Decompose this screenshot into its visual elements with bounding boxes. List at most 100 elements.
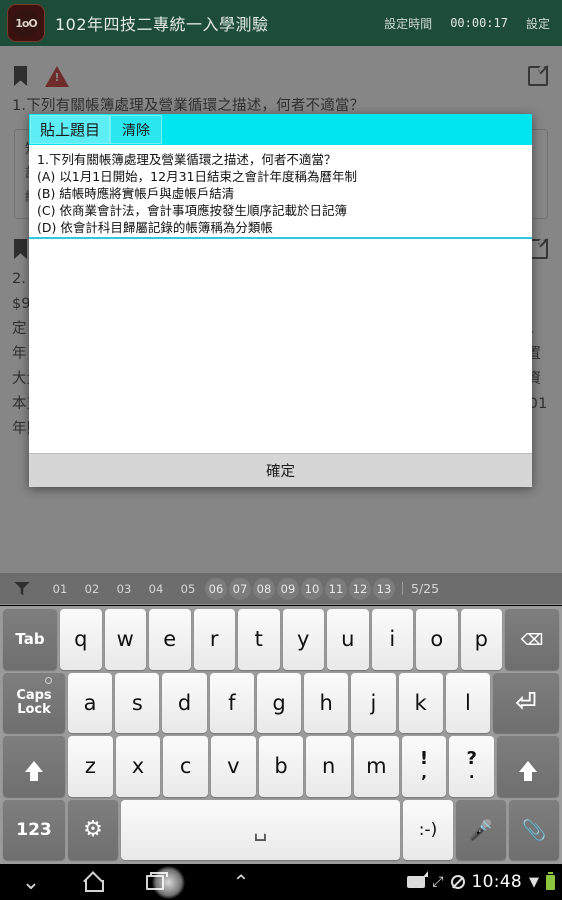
timer-value: 00:00:17 — [450, 16, 508, 30]
key-y[interactable]: y — [282, 609, 324, 670]
key-s[interactable]: s — [115, 672, 160, 733]
page-number-08[interactable]: 08 — [253, 577, 275, 600]
microphone-icon[interactable]: 🎤 — [456, 799, 506, 860]
clear-button[interactable]: 清除 — [110, 115, 163, 144]
dialog-header: 貼上題目 清除 — [29, 114, 532, 145]
key-shift-left[interactable] — [3, 736, 65, 797]
expand-up-icon[interactable]: ⌃ — [210, 870, 272, 894]
key-x[interactable]: x — [115, 736, 161, 797]
input-line: 1.下列有關帳簿處理及營業循環之描述，何者不適當？ — [37, 152, 337, 167]
caps-lock-indicator-icon — [45, 676, 52, 684]
key-q[interactable]: q — [60, 609, 102, 670]
key-e[interactable]: e — [149, 609, 191, 670]
page-number-09[interactable]: 09 — [277, 577, 299, 600]
fullscreen-icon[interactable]: ⤢ — [432, 874, 443, 890]
key-b[interactable]: b — [258, 736, 304, 797]
header-right-group: 設定時間 00:00:17 設定 — [366, 15, 562, 32]
input-line: (D) 依會計科目歸屬記錄的帳簿稱為分類帳 — [37, 220, 273, 235]
battery-icon — [546, 871, 555, 890]
shift-arrow-up-icon — [519, 760, 538, 781]
app-logo-icon: 1oO — [12, 9, 40, 37]
keyboard-row-4: 123 ⚙ ␣ :-) 🎤 📎 — [3, 799, 559, 860]
question-text-input[interactable]: 1.下列有關帳簿處理及營業循環之描述，何者不適當？ (A) 以1月1日開始，12… — [29, 145, 532, 239]
app-header: 1oO 102年四技二專統一入學測驗 設定時間 00:00:17 設定 — [0, 0, 562, 46]
shift-arrow-up-icon — [25, 760, 43, 781]
key-f[interactable]: f — [209, 672, 254, 733]
page-number-04[interactable]: 04 — [141, 578, 171, 600]
key-w[interactable]: w — [104, 609, 146, 670]
key-d[interactable]: d — [162, 672, 207, 733]
page-number-10[interactable]: 10 — [301, 577, 323, 600]
keyboard-row-2: Caps Lock a s d f g h j k l ⏎ — [3, 672, 559, 733]
key-comma-label: , — [421, 764, 427, 783]
paste-question-dialog: 貼上題目 清除 1.下列有關帳簿處理及營業循環之描述，何者不適當？ (A) 以1… — [29, 114, 532, 487]
keyboard-row-3: z x c v b n m ! , ? . — [3, 736, 560, 797]
key-space[interactable]: ␣ — [121, 799, 400, 860]
keyboard-row-1: Tab q w e r t y u i o p ⌫ — [3, 609, 559, 670]
timer-label: 設定時間 — [384, 16, 433, 31]
key-tab[interactable]: Tab — [3, 609, 57, 670]
key-shift-right[interactable] — [497, 736, 560, 797]
key-period-label: . — [468, 764, 475, 783]
settings-button[interactable]: 設定 — [526, 15, 550, 32]
page-number-06[interactable]: 06 — [205, 577, 227, 600]
page-number-01[interactable]: 01 — [45, 578, 75, 600]
key-r[interactable]: r — [193, 609, 235, 670]
page-number-bar: 01 02 03 04 05 06 07 08 09 10 11 12 13 5… — [0, 573, 562, 605]
backspace-glyph: ⌫ — [520, 629, 544, 649]
key-i[interactable]: i — [371, 609, 413, 670]
key-numeric-mode[interactable]: 123 — [3, 799, 65, 860]
status-clock: 10:48 — [471, 872, 522, 892]
key-enter[interactable]: ⏎ — [492, 672, 559, 733]
key-g[interactable]: g — [256, 672, 302, 733]
page-counter: 5/25 — [411, 581, 440, 596]
filter-icon[interactable] — [14, 581, 30, 596]
key-a[interactable]: a — [68, 672, 113, 733]
attachment-icon[interactable]: 📎 — [509, 799, 559, 860]
key-o[interactable]: o — [416, 609, 458, 670]
onscreen-keyboard: Tab q w e r t y u i o p ⌫ Caps Lock a s … — [0, 606, 562, 864]
page-number-11[interactable]: 11 — [325, 577, 347, 600]
home-icon[interactable] — [62, 875, 124, 892]
home-glyph-icon — [84, 875, 104, 892]
key-z[interactable]: z — [68, 736, 113, 797]
page-number-02[interactable]: 02 — [77, 578, 107, 600]
key-u[interactable]: u — [327, 609, 369, 670]
key-l[interactable]: l — [445, 672, 490, 733]
page-number-07[interactable]: 07 — [229, 577, 251, 600]
app-logo: 1oO — [7, 4, 45, 42]
input-line: (A) 以1月1日開始，12月31日結束之會計年度稱為曆年制 — [37, 169, 357, 184]
dialog-body-blank — [29, 239, 532, 453]
key-c[interactable]: c — [163, 736, 209, 797]
key-question-period[interactable]: ? . — [449, 736, 495, 797]
input-line: (B) 結帳時應將實帳戶與虛帳戶結清 — [37, 186, 235, 201]
key-n[interactable]: n — [306, 736, 352, 797]
key-exclamation-comma[interactable]: ! , — [401, 736, 447, 797]
page-number-05[interactable]: 05 — [173, 578, 203, 600]
android-navbar: ⌄ ⌃ ⤢ 10:48 ▼ — [0, 864, 562, 900]
key-t[interactable]: t — [238, 609, 280, 670]
confirm-button[interactable]: 確定 — [29, 453, 532, 487]
caps-label-bottom: Lock — [17, 701, 51, 717]
key-h[interactable]: h — [304, 672, 349, 733]
device-screen: 1oO 102年四技二專統一入學測驗 設定時間 00:00:17 設定 1.下列… — [0, 0, 562, 900]
paste-question-button[interactable]: 貼上題目 — [30, 115, 111, 144]
page-title: 102年四技二專統一入學測驗 — [55, 15, 269, 34]
gear-icon[interactable]: ⚙ — [68, 799, 118, 860]
page-number-12[interactable]: 12 — [349, 577, 371, 600]
key-j[interactable]: j — [351, 672, 396, 733]
key-m[interactable]: m — [354, 736, 399, 797]
key-p[interactable]: p — [460, 609, 502, 670]
status-icons: ⤢ 10:48 ▼ — [400, 871, 562, 892]
page-number-13[interactable]: 13 — [373, 577, 395, 600]
keyboard-icon[interactable] — [407, 871, 429, 888]
back-icon[interactable]: ⌄ — [0, 870, 62, 895]
backspace-icon[interactable]: ⌫ — [505, 609, 559, 670]
page-number-03[interactable]: 03 — [109, 578, 139, 600]
key-caps-lock[interactable]: Caps Lock — [3, 672, 65, 733]
key-v[interactable]: v — [211, 736, 256, 797]
mute-icon — [450, 875, 465, 889]
key-emoticon[interactable]: :-) — [403, 799, 453, 860]
touch-ripple — [152, 866, 185, 899]
key-k[interactable]: k — [398, 672, 443, 733]
